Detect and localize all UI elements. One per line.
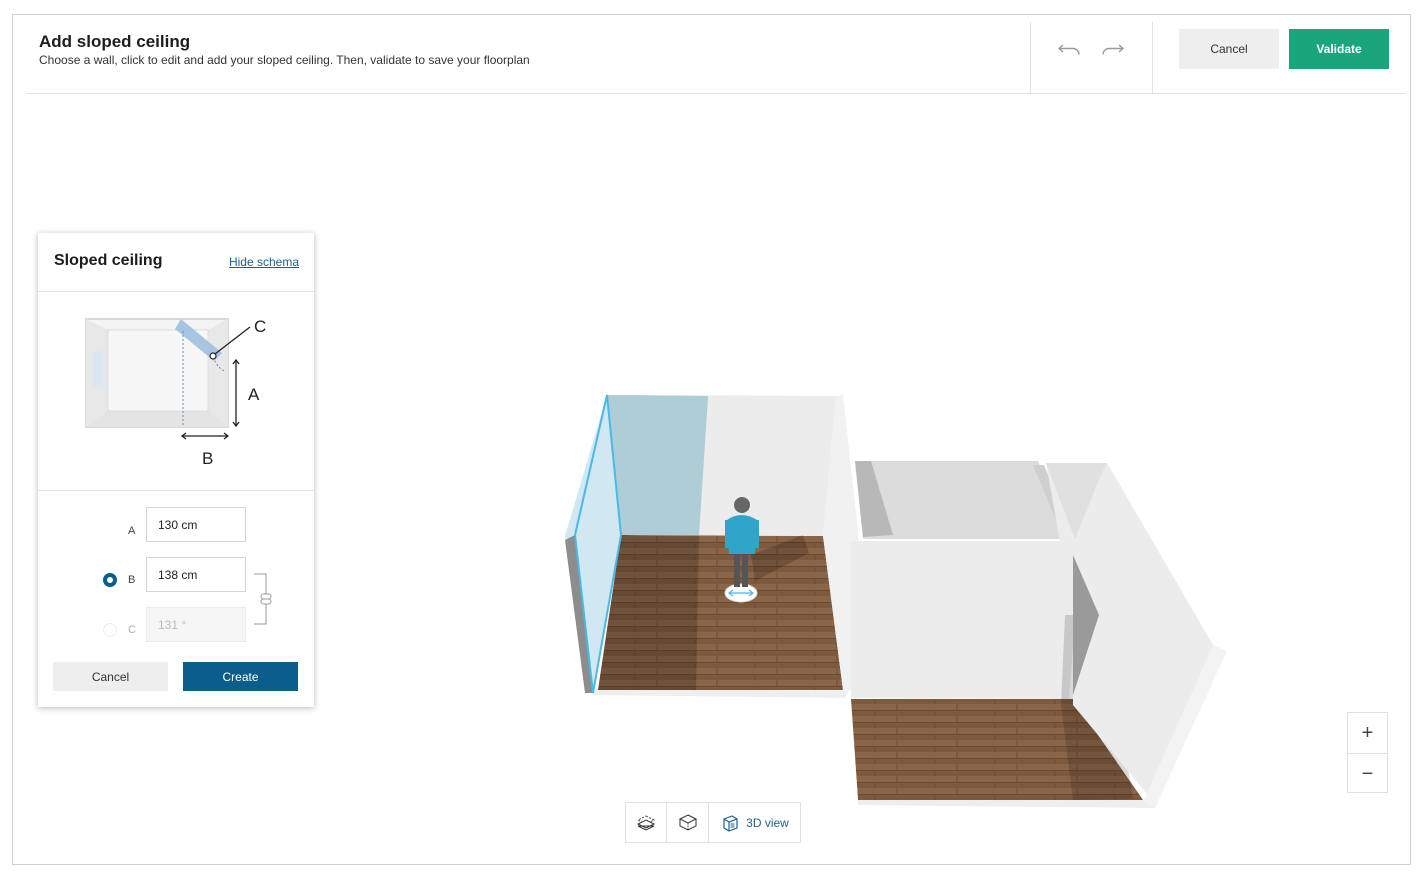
3d-view-button[interactable]: 3D view bbox=[709, 803, 800, 842]
box-view-button[interactable] bbox=[667, 803, 709, 842]
zoom-in-button[interactable]: + bbox=[1348, 713, 1387, 753]
header-divider bbox=[1152, 22, 1153, 94]
panel-title: Sloped ceiling bbox=[54, 252, 163, 269]
divider bbox=[38, 291, 314, 292]
page-title: Add sloped ceiling bbox=[39, 32, 191, 51]
schema-diagram: C A B bbox=[85, 317, 266, 468]
3d-view-label: 3D view bbox=[746, 815, 789, 830]
cancel-button[interactable]: Cancel bbox=[1179, 29, 1279, 69]
schema-label-b: B bbox=[202, 449, 213, 468]
hide-schema-link[interactable]: Hide schema bbox=[229, 255, 299, 269]
header-divider bbox=[1030, 22, 1031, 94]
2d-floor-view-button[interactable] bbox=[626, 803, 667, 842]
room-3d-render[interactable] bbox=[543, 375, 1243, 815]
sloped-ceiling-panel: Sloped ceiling Hide schema C A B A 130 c… bbox=[38, 233, 314, 707]
floor-plan-icon bbox=[636, 814, 656, 831]
view-toolbar: 3D view bbox=[625, 802, 801, 843]
schema-label-a: A bbox=[248, 385, 260, 404]
field-a-label: A bbox=[128, 525, 136, 537]
field-a-input[interactable] bbox=[146, 507, 246, 542]
validate-button[interactable]: Validate bbox=[1289, 29, 1389, 69]
field-b-radio[interactable] bbox=[103, 573, 117, 587]
panel-cancel-button[interactable]: Cancel bbox=[53, 662, 168, 691]
field-b-label: B bbox=[128, 574, 136, 586]
field-c-radio[interactable] bbox=[103, 623, 117, 637]
link-lock-icon[interactable] bbox=[252, 573, 274, 625]
field-b-input[interactable] bbox=[146, 557, 246, 592]
3d-view-icon bbox=[723, 814, 738, 832]
zoom-out-button[interactable]: − bbox=[1348, 754, 1387, 794]
zoom-controls: + − bbox=[1347, 712, 1388, 793]
page-subtitle: Choose a wall, click to edit and add you… bbox=[39, 53, 530, 67]
field-c-input bbox=[146, 607, 246, 642]
app-frame: Add sloped ceiling Choose a wall, click … bbox=[12, 14, 1411, 865]
3d-viewport[interactable] bbox=[543, 375, 1243, 820]
create-button[interactable]: Create bbox=[183, 662, 298, 691]
divider bbox=[38, 490, 314, 491]
schema-label-c: C bbox=[254, 317, 266, 336]
redo-icon[interactable] bbox=[1098, 39, 1125, 59]
field-c-label: C bbox=[128, 624, 136, 636]
undo-icon[interactable] bbox=[1057, 39, 1084, 59]
cube-icon bbox=[678, 813, 697, 831]
header: Add sloped ceiling Choose a wall, click … bbox=[27, 15, 1405, 94]
